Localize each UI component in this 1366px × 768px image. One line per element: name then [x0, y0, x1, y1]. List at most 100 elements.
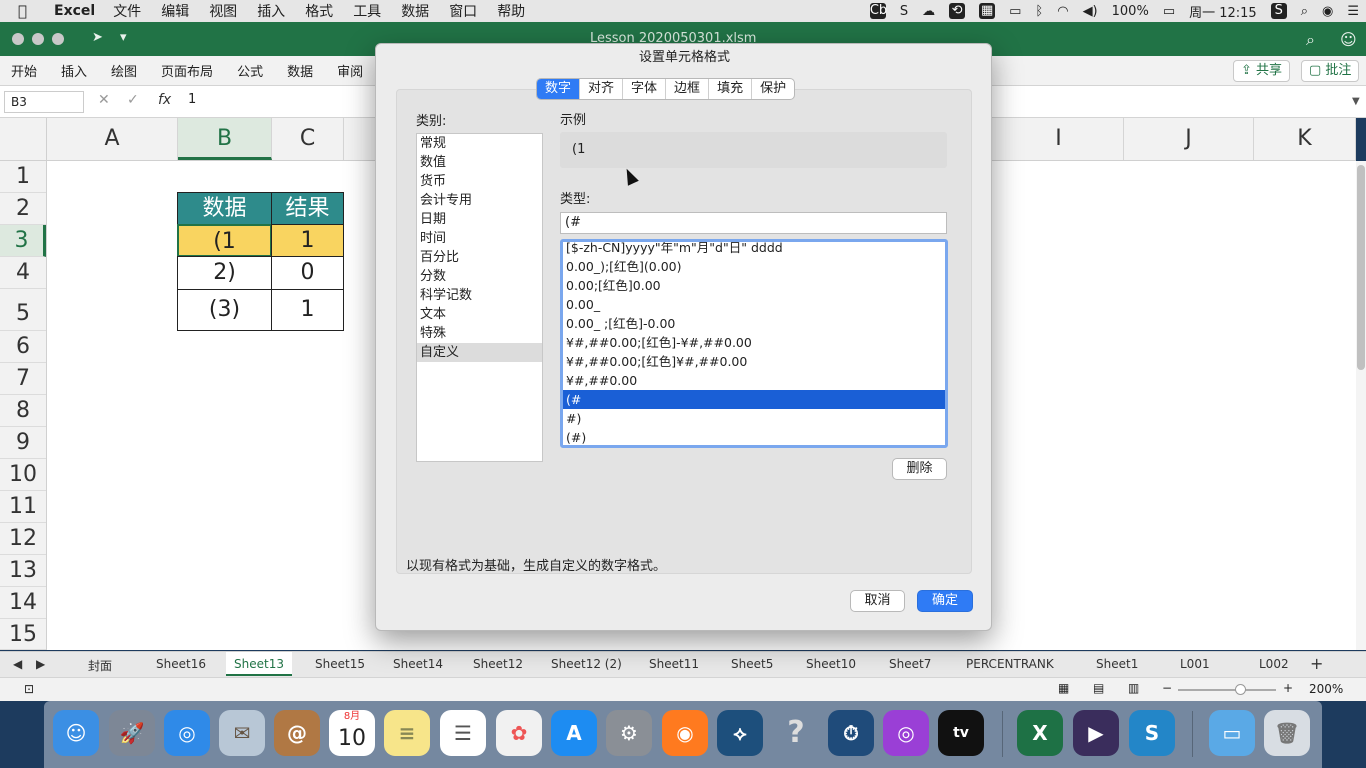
name-box[interactable]: B3 [4, 91, 84, 113]
cell-b3[interactable]: (1 [177, 224, 272, 257]
app-store-icon[interactable]: A [551, 710, 597, 756]
menu-data[interactable]: 数据 [401, 1, 429, 21]
category-item-scientific[interactable]: 科学记数 [417, 286, 542, 305]
sheet-tab-l002[interactable]: L002 [1259, 657, 1289, 671]
time-machine-icon[interactable]: ⏱ [828, 710, 874, 756]
sheet-tab-sheet11[interactable]: Sheet11 [649, 657, 699, 671]
apple-tv-icon[interactable]: tv [938, 710, 984, 756]
delete-button[interactable]: 删除 [892, 458, 947, 480]
category-item-general[interactable]: 常规 [417, 134, 542, 153]
menu-file[interactable]: 文件 [113, 1, 141, 21]
trash-icon[interactable]: 🗑 [1264, 710, 1310, 756]
sheet-tab-sheet1[interactable]: Sheet1 [1096, 657, 1138, 671]
row-header-1[interactable]: 1 [0, 161, 46, 193]
mail-app-icon[interactable]: ✉ [219, 710, 265, 756]
ok-button[interactable]: 确定 [917, 590, 973, 612]
notification-center-icon[interactable]: ☰ [1347, 4, 1359, 19]
menu-help[interactable]: 帮助 [497, 1, 525, 21]
category-item-date[interactable]: 日期 [417, 210, 542, 229]
tab-draw[interactable]: 绘图 [111, 61, 137, 80]
format-list[interactable]: [$-zh-CN]yyyy"年"m"月"d"日" dddd 0.00_);[红色… [560, 239, 948, 448]
cancel-icon[interactable]: ✕ [98, 92, 110, 108]
tab-protection[interactable]: 保护 [752, 79, 794, 99]
menu-view[interactable]: 视图 [209, 1, 237, 21]
cell-b4[interactable]: 2) [177, 256, 272, 290]
type-input[interactable]: (# [560, 212, 947, 234]
macro-record-icon[interactable]: ⊡ [24, 682, 34, 696]
tab-page-layout[interactable]: 页面布局 [161, 61, 213, 80]
prev-sheet-icon[interactable]: ◀ [13, 657, 22, 671]
wifi-icon[interactable]: ◠ [1057, 4, 1068, 19]
folder-icon[interactable]: ▭ [1209, 710, 1255, 756]
column-header-k[interactable]: K [1254, 118, 1356, 160]
scrollbar-thumb[interactable] [1357, 165, 1365, 370]
fx-icon[interactable]: fx [158, 92, 171, 108]
format-item[interactable]: ¥#,##0.00 [563, 371, 945, 390]
sheet-tab-sheet14[interactable]: Sheet14 [393, 657, 443, 671]
sheet-tab-sheet7[interactable]: Sheet7 [889, 657, 931, 671]
cell-b5[interactable]: (3) [177, 289, 272, 331]
volume-icon[interactable]: ◀) [1083, 4, 1098, 19]
zoom-window-button[interactable] [52, 33, 64, 45]
snagit-dock-icon[interactable]: S [1129, 710, 1175, 756]
menu-insert[interactable]: 插入 [257, 1, 285, 21]
siri-icon[interactable]: ◉ [1322, 4, 1333, 19]
format-item[interactable]: ¥#,##0.00;[红色]-¥#,##0.00 [563, 333, 945, 352]
cell-c4[interactable]: 0 [271, 256, 344, 290]
category-item-time[interactable]: 时间 [417, 229, 542, 248]
format-item[interactable]: ¥#,##0.00;[红色]¥#,##0.00 [563, 352, 945, 371]
status-app-icon[interactable]: Cb [869, 3, 887, 19]
account-icon[interactable]: ☺ [1340, 30, 1357, 49]
category-item-text[interactable]: 文本 [417, 305, 542, 324]
search-icon[interactable]: ⌕ [1306, 30, 1315, 50]
category-item-accounting[interactable]: 会计专用 [417, 191, 542, 210]
apple-icon[interactable]:  [18, 2, 38, 20]
category-item-percentage[interactable]: 百分比 [417, 248, 542, 267]
calendar-icon[interactable]: 8月 10 [329, 710, 375, 756]
sheet-tab-sheet5[interactable]: Sheet5 [731, 657, 773, 671]
formula-input[interactable]: 1 [188, 92, 196, 107]
row-header-5[interactable]: 5 [0, 289, 46, 331]
photos-icon[interactable]: ✿ [496, 710, 542, 756]
finder-icon[interactable]: ☺ [53, 710, 99, 756]
tab-insert[interactable]: 插入 [61, 61, 87, 80]
share-button[interactable]: ⇪ 共享 [1233, 60, 1291, 82]
mysql-workbench-icon[interactable]: ⟡ [717, 710, 763, 756]
row-header-3[interactable]: 3 [0, 225, 46, 257]
app-menu[interactable]: Excel [54, 3, 95, 19]
video-app-icon[interactable]: ▶ [1073, 710, 1119, 756]
tab-home[interactable]: 开始 [11, 61, 37, 80]
sheet-tab-sheet16[interactable]: Sheet16 [156, 657, 206, 671]
tab-font[interactable]: 字体 [623, 79, 667, 99]
row-header-15[interactable]: 15 [0, 619, 46, 650]
select-all-button[interactable] [0, 118, 47, 160]
row-header-12[interactable]: 12 [0, 523, 46, 555]
page-layout-view-icon[interactable]: ▤ [1093, 681, 1104, 695]
system-preferences-icon[interactable]: ⚙ [606, 710, 652, 756]
grid-status-icon[interactable]: ▦ [979, 3, 996, 19]
normal-view-icon[interactable]: ▦ [1058, 681, 1069, 695]
notes-icon[interactable]: ≡ [384, 710, 430, 756]
help-icon[interactable]: ? [773, 710, 819, 756]
tab-number[interactable]: 数字 [537, 79, 581, 99]
zoom-slider-thumb[interactable] [1235, 684, 1246, 695]
row-header-8[interactable]: 8 [0, 395, 46, 427]
tab-data[interactable]: 数据 [287, 61, 313, 80]
cell-c5[interactable]: 1 [271, 289, 344, 331]
column-header-c[interactable]: C [272, 118, 344, 160]
sheet-tab-sheet10[interactable]: Sheet10 [806, 657, 856, 671]
format-item-selected[interactable]: (# [563, 390, 945, 409]
cell-c3[interactable]: 1 [271, 224, 344, 257]
tab-review[interactable]: 审阅 [337, 61, 363, 80]
sheet-tab-sheet12[interactable]: Sheet12 [473, 657, 523, 671]
category-list[interactable]: 常规 数值 货币 会计专用 日期 时间 百分比 分数 科学记数 文本 特殊 自定… [416, 133, 543, 462]
format-item[interactable]: 0.00_ [563, 295, 945, 314]
format-item[interactable]: (#) [563, 428, 945, 445]
row-header-4[interactable]: 4 [0, 257, 46, 289]
next-sheet-icon[interactable]: ▶ [36, 657, 45, 671]
row-header-2[interactable]: 2 [0, 193, 46, 225]
format-item[interactable]: [$-zh-CN]yyyy"年"m"月"d"日" dddd [563, 242, 945, 257]
cloud-icon[interactable]: ☁ [922, 4, 935, 19]
category-item-number[interactable]: 数值 [417, 153, 542, 172]
category-item-custom[interactable]: 自定义 [417, 343, 542, 362]
